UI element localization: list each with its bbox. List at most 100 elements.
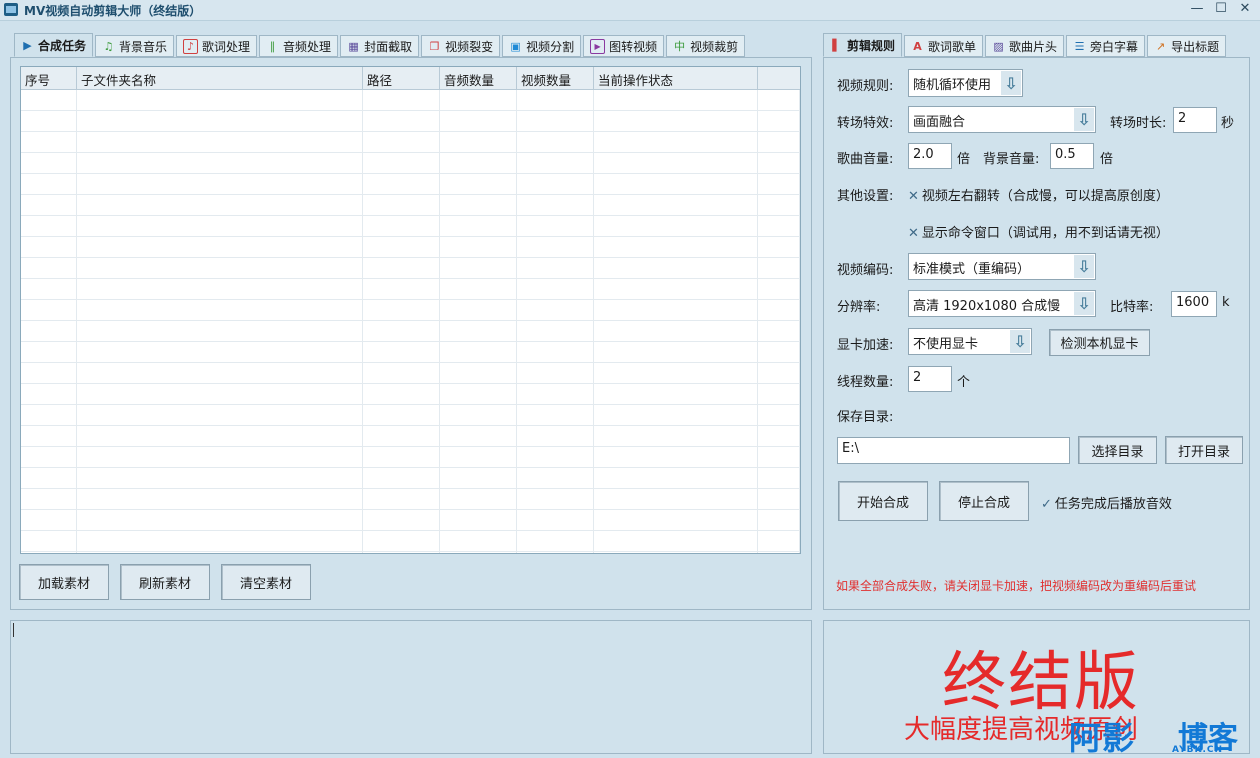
column-header[interactable]: 路径 (363, 67, 440, 89)
video-encode-select[interactable]: 标准模式（重编码） ⇩ (908, 253, 1096, 280)
show-console-checkbox[interactable]: ✕ 显示命令窗口（调试用，用不到话请无视） (908, 222, 1169, 241)
tab-video-crop[interactable]: 中 视频裁剪 (666, 35, 746, 57)
detect-gpu-button[interactable]: 检测本机显卡 (1049, 329, 1150, 356)
gpu-accel-select[interactable]: 不使用显卡 ⇩ (908, 328, 1032, 355)
table-row[interactable] (21, 237, 800, 258)
tab-edit-rules[interactable]: ▌ 剪辑规则 (823, 33, 903, 57)
tab-label: 视频分割 (526, 39, 575, 54)
save-dir-input[interactable]: E:\ (837, 437, 1070, 464)
table-cell (758, 132, 800, 152)
flip-video-checkbox[interactable]: ✕ 视频左右翻转（合成慢，可以提高原创度） (908, 185, 1169, 204)
table-cell (758, 111, 800, 131)
video-rule-select[interactable]: 随机循环使用 ⇩ (908, 69, 1023, 97)
tab-label: 图转视频 (609, 39, 658, 54)
tab-image-to-video[interactable]: ▶ 图转视频 (583, 35, 665, 57)
table-row[interactable] (21, 489, 800, 510)
column-header[interactable]: 音频数量 (440, 67, 517, 89)
column-header[interactable]: 当前操作状态 (594, 67, 758, 89)
table-cell (440, 258, 517, 278)
transition-duration-input[interactable]: 2 (1173, 107, 1217, 133)
stop-compose-button[interactable]: 停止合成 (939, 481, 1029, 521)
tab-narration-subtitle[interactable]: ☰ 旁白字幕 (1066, 35, 1146, 57)
tab-compose-task[interactable]: ▶ 合成任务 (14, 33, 94, 57)
table-cell (363, 279, 440, 299)
minimize-button[interactable]: — (1190, 1, 1204, 16)
tab-audio[interactable]: ∥ 音频处理 (259, 35, 339, 57)
table-cell (363, 342, 440, 362)
table-cell (594, 510, 758, 530)
tab-export-title[interactable]: ↗ 导出标题 (1147, 35, 1227, 57)
task-table[interactable]: 序号 子文件夹名称 路径 音频数量 视频数量 当前操作状态 (20, 66, 801, 554)
transition-duration-label: 转场时长: (1110, 116, 1167, 131)
close-button[interactable]: ✕ (1238, 1, 1252, 16)
bitrate-label: 比特率: (1110, 300, 1154, 315)
song-volume-input[interactable]: 2.0 (908, 143, 952, 169)
table-cell (363, 363, 440, 383)
background-volume-input[interactable]: 0.5 (1050, 143, 1094, 169)
table-cell (77, 342, 363, 362)
table-row[interactable] (21, 531, 800, 552)
table-row[interactable] (21, 132, 800, 153)
tab-song-intro[interactable]: ▨ 歌曲片头 (985, 35, 1065, 57)
table-row[interactable] (21, 195, 800, 216)
tab-lyric-playlist[interactable]: A 歌词歌单 (904, 35, 984, 57)
refresh-material-button[interactable]: 刷新素材 (120, 564, 210, 600)
log-output[interactable] (10, 620, 812, 754)
other-settings-label: 其他设置: (837, 189, 894, 204)
table-cell (440, 300, 517, 320)
column-header[interactable]: 序号 (21, 67, 77, 89)
table-cell (21, 237, 77, 257)
maximize-button[interactable]: ☐ (1214, 1, 1228, 16)
table-cell (21, 216, 77, 236)
column-header[interactable]: 视频数量 (517, 67, 594, 89)
table-cell (517, 111, 594, 131)
table-row[interactable] (21, 405, 800, 426)
resolution-select[interactable]: 高清 1920x1080 合成慢 ⇩ (908, 290, 1096, 317)
table-cell (517, 153, 594, 173)
transition-select[interactable]: 画面融合 ⇩ (908, 106, 1096, 133)
load-material-button[interactable]: 加载素材 (19, 564, 109, 600)
table-cell (21, 531, 77, 551)
table-cell (440, 405, 517, 425)
table-row[interactable] (21, 447, 800, 468)
column-header[interactable] (758, 67, 800, 89)
table-row[interactable] (21, 342, 800, 363)
table-cell (517, 321, 594, 341)
table-cell (758, 531, 800, 551)
tab-video-fission[interactable]: ❐ 视频裂变 (421, 35, 501, 57)
table-row[interactable] (21, 510, 800, 531)
play-sound-checkbox[interactable]: ✓ 任务完成后播放音效 (1041, 493, 1172, 512)
tab-video-split[interactable]: ▣ 视频分割 (502, 35, 582, 57)
thread-count-input[interactable]: 2 (908, 366, 952, 392)
table-row[interactable] (21, 174, 800, 195)
table-row[interactable] (21, 552, 800, 553)
table-row[interactable] (21, 384, 800, 405)
table-row[interactable] (21, 216, 800, 237)
table-row[interactable] (21, 279, 800, 300)
tab-cover-capture[interactable]: ▦ 封面截取 (340, 35, 420, 57)
table-cell (517, 258, 594, 278)
table-row[interactable] (21, 321, 800, 342)
table-cell (440, 363, 517, 383)
start-compose-button[interactable]: 开始合成 (838, 481, 928, 521)
clear-material-button[interactable]: 清空素材 (221, 564, 311, 600)
tab-background-music[interactable]: ♫ 背景音乐 (95, 35, 175, 57)
promo-banner: 终结版 大幅度提高视频原创 阿影 博客 AYBK.CN (823, 620, 1250, 754)
table-row[interactable] (21, 258, 800, 279)
open-dir-button[interactable]: 打开目录 (1165, 436, 1243, 464)
table-row[interactable] (21, 468, 800, 489)
table-row[interactable] (21, 111, 800, 132)
table-row[interactable] (21, 153, 800, 174)
tab-lyrics[interactable]: ♪ 歌词处理 (176, 35, 258, 57)
bitrate-input[interactable]: 1600 (1171, 291, 1217, 317)
table-row[interactable] (21, 90, 800, 111)
app-icon (4, 3, 18, 16)
table-row[interactable] (21, 426, 800, 447)
table-row[interactable] (21, 300, 800, 321)
tab-label: 歌词处理 (202, 39, 251, 54)
table-cell (363, 426, 440, 446)
choose-dir-button[interactable]: 选择目录 (1078, 436, 1157, 464)
table-cell (363, 468, 440, 488)
table-row[interactable] (21, 363, 800, 384)
column-header[interactable]: 子文件夹名称 (77, 67, 363, 89)
